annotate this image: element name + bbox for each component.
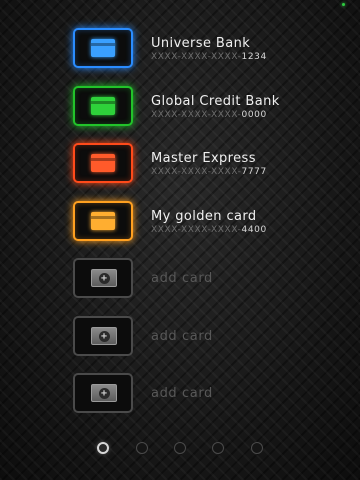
card-tile-1[interactable] [73,28,133,68]
card-name: Universe Bank [151,36,251,51]
page-dot-1[interactable] [97,442,109,454]
status-indicator [342,3,345,6]
card-name: Master Express [151,151,256,166]
add-card-icon: + [91,384,117,402]
add-card-label: add card [151,271,213,286]
add-card-label: add card [151,386,213,401]
card-number: XXXX-XXXX-XXXX-7777 [151,167,267,177]
card-number: XXXX-XXXX-XXXX-1234 [151,52,267,62]
card-name: Global Credit Bank [151,94,280,109]
add-card-row-1[interactable]: + add card [0,258,360,316]
add-card-tile[interactable]: + [73,373,133,413]
card-row-4[interactable]: My golden card XXXX-XXXX-XXXX-4400 [0,201,360,259]
add-card-row-3[interactable]: + add card [0,373,360,431]
page-dot-2[interactable] [136,442,148,454]
page-dot-3[interactable] [174,442,186,454]
add-card-label: add card [151,329,213,344]
card-number: XXXX-XXXX-XXXX-0000 [151,110,267,120]
page-dot-5[interactable] [251,442,263,454]
card-tile-2[interactable] [73,86,133,126]
card-tile-3[interactable] [73,143,133,183]
credit-card-icon [91,97,115,115]
card-row-3[interactable]: Master Express XXXX-XXXX-XXXX-7777 [0,143,360,201]
card-number: XXXX-XXXX-XXXX-4400 [151,225,267,235]
credit-card-icon [91,39,115,57]
add-card-tile[interactable]: + [73,258,133,298]
add-card-row-2[interactable]: + add card [0,316,360,374]
add-card-tile[interactable]: + [73,316,133,356]
card-tile-4[interactable] [73,201,133,241]
card-name: My golden card [151,209,257,224]
page-indicator [0,442,360,456]
credit-card-icon [91,154,115,172]
credit-card-icon [91,212,115,230]
add-card-icon: + [91,269,117,287]
card-row-2[interactable]: Global Credit Bank XXXX-XXXX-XXXX-0000 [0,86,360,144]
add-card-icon: + [91,327,117,345]
page-dot-4[interactable] [212,442,224,454]
card-row-1[interactable]: Universe Bank XXXX-XXXX-XXXX-1234 [0,28,360,86]
